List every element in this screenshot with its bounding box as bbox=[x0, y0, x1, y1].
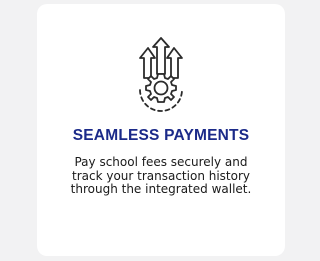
description-line: through the integrated wallet. bbox=[70, 182, 252, 196]
description-line: track your transaction history bbox=[71, 168, 251, 183]
description-line: Pay school fees securely and bbox=[74, 155, 248, 169]
gear-with-upward-arrows-icon bbox=[139, 37, 183, 112]
feature-description: Pay school fees securely and track your … bbox=[37, 155, 285, 197]
feature-title: SEAMLESS PAYMENTS bbox=[72, 127, 250, 144]
payments-icon-container bbox=[37, 34, 285, 116]
feature-card: SEAMLESS PAYMENTS Pay school fees secure… bbox=[37, 4, 285, 256]
